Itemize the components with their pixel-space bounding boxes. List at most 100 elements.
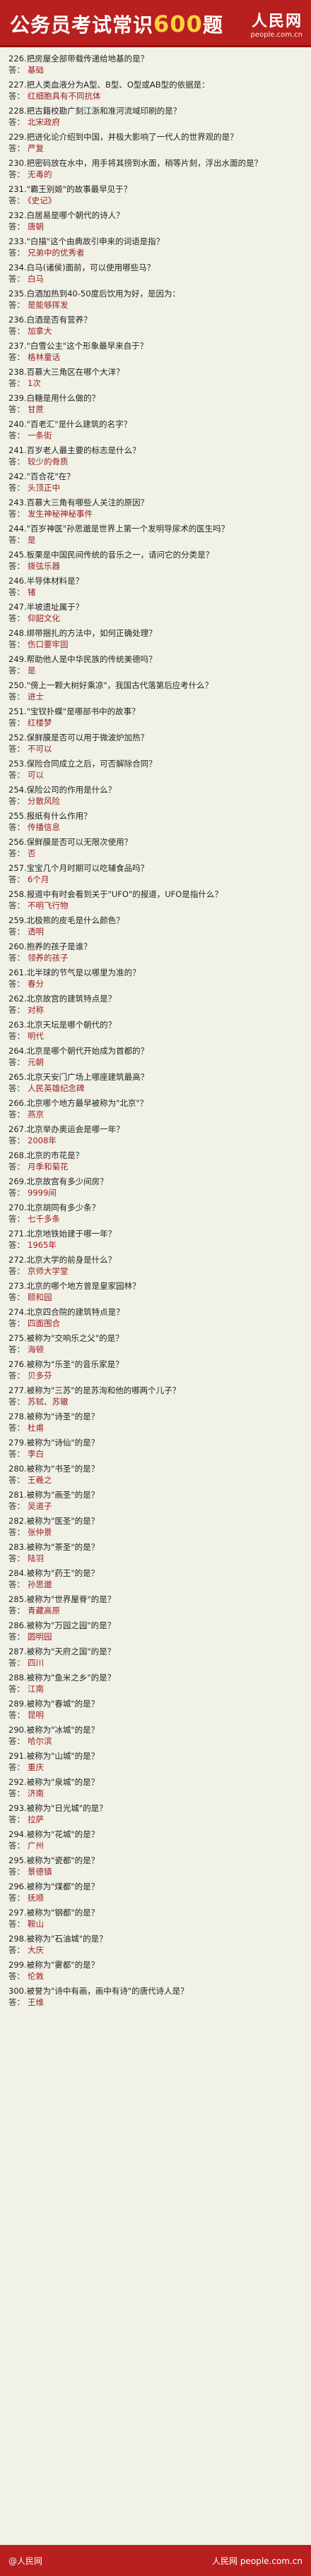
answer-label: 答： xyxy=(8,744,25,754)
answer-text: 1次 xyxy=(28,378,41,388)
answer-text: 锗 xyxy=(28,587,36,597)
answer-label: 答： xyxy=(8,1658,25,1668)
answer-label: 答： xyxy=(8,404,25,414)
question-text: 266.北京哪个地方最早被称为"北京"？ xyxy=(8,1098,148,1108)
answer-label: 答： xyxy=(8,1240,25,1250)
answer-label: 答： xyxy=(8,352,25,362)
page-title: 公务员考试常识600题 xyxy=(10,10,223,38)
answer-line: 答： 大庆 xyxy=(8,1944,303,1956)
answer-label: 答： xyxy=(8,953,25,963)
answer-label: 答： xyxy=(8,509,25,519)
answer-line: 答： 人民英雄纪念碑 xyxy=(8,1083,303,1094)
answer-line: 答： 是能够挥发 xyxy=(8,299,303,311)
answer-label: 答： xyxy=(8,718,25,728)
brand-logo: 人民网 people.com.cn xyxy=(251,8,303,39)
qa-item: 237."白雪公主"这个形象最早来自于？ 答： 格林童话 xyxy=(8,340,303,363)
answer-label: 答： xyxy=(8,874,25,884)
qa-item: 241.百岁老人最主要的标志是什么？ 答： 较少的骨质 xyxy=(8,445,303,467)
answer-label: 答： xyxy=(8,639,25,649)
question-text: 259.北极熊的皮毛是什么颜色？ xyxy=(8,915,124,925)
qa-item: 286.被称为"万园之园"的是？ 答： 圆明园 xyxy=(8,1620,303,1642)
answer-label: 答： xyxy=(8,1371,25,1380)
answer-label: 答： xyxy=(8,1841,25,1850)
qa-item: 299.被称为"雾都"的是？ 答： 伦敦 xyxy=(8,1959,303,1982)
answer-label: 答： xyxy=(8,901,25,910)
answer-text: 颐和园 xyxy=(28,1292,52,1302)
answer-text: 圆明园 xyxy=(28,1632,52,1642)
answer-text: 哈尔滨 xyxy=(28,1736,52,1746)
question-text: 271.北京地铁始建于哪一年？ xyxy=(8,1229,117,1239)
answer-text: 发生神秘神秘事件 xyxy=(28,509,93,519)
question-text: 237."白雪公主"这个形象最早来自于？ xyxy=(8,341,148,351)
question-text: 252.保鲜膜是否可以用于微波炉加热？ xyxy=(8,733,149,742)
answer-text: 头顶正中 xyxy=(28,483,60,493)
answer-line: 答： 王羲之 xyxy=(8,1474,303,1486)
answer-text: 江南 xyxy=(28,1684,44,1694)
answer-text: 李白 xyxy=(28,1449,44,1459)
question-text: 242."百合花"在？ xyxy=(8,471,75,481)
question-text: 261.北半球的节气是以哪里为准的？ xyxy=(8,968,141,977)
question-text: 253.保险合同成立之后，可否解除合同？ xyxy=(8,759,157,769)
answer-line: 答： 严复 xyxy=(8,143,303,154)
question-text: 249.帮助他人是中华民族的传统美德吗？ xyxy=(8,654,157,664)
question-text: 243.百慕大三角有哪些人关注的原因？ xyxy=(8,498,149,507)
answer-line: 答： 仰韶文化 xyxy=(8,613,303,624)
question-text: 234.白马(诸侯)面前，可以使用哪些马？ xyxy=(8,263,156,272)
answer-text: 一条街 xyxy=(28,431,52,440)
answer-text: 燕京 xyxy=(28,1109,44,1119)
answer-text: 唐朝 xyxy=(28,222,44,231)
qa-item: 298.被称为"石油城"的是？ 答： 大庆 xyxy=(8,1933,303,1956)
question-text: 229.把进化论介绍到中国，并极大影响了一代人的世界观的是？ xyxy=(8,132,238,142)
question-text: 239.白糖是用什么做的？ xyxy=(8,393,100,403)
answer-line: 答： 1次 xyxy=(8,378,303,389)
qa-item: 226.把房屋全部带载传递给地基的是？ 答： 基础 xyxy=(8,53,303,76)
qa-item: 259.北极熊的皮毛是什么颜色？ 答： 透明 xyxy=(8,915,303,937)
answer-text: 抚顺 xyxy=(28,1893,44,1903)
answer-line: 答： 杜甫 xyxy=(8,1422,303,1433)
answer-label: 答： xyxy=(8,300,25,310)
answer-text: 基础 xyxy=(28,65,44,75)
answer-text: 严复 xyxy=(28,143,44,153)
question-text: 294.被称为"花城"的是？ xyxy=(8,1829,100,1839)
answer-text: 景德镇 xyxy=(28,1867,52,1877)
question-text: 230.把密码放在水中，用手将其捞到水面，稍等片刻，浮出水面的是？ xyxy=(8,158,263,168)
answer-label: 答： xyxy=(8,1501,25,1511)
answer-text: 京师大学堂 xyxy=(28,1266,69,1276)
answer-line: 答： 兄弟中的优秀者 xyxy=(8,247,303,258)
answer-line: 答： 《史记》 xyxy=(8,195,303,206)
answer-line: 答： 较少的骨质 xyxy=(8,456,303,467)
qa-item: 233."白描"这个由典故引申来的词语是指？ 答： 兄弟中的优秀者 xyxy=(8,236,303,258)
answer-label: 答： xyxy=(8,1553,25,1563)
answer-text: 不可以 xyxy=(28,744,52,754)
answer-line: 答： 燕京 xyxy=(8,1109,303,1120)
answer-text: 仰韶文化 xyxy=(28,613,60,623)
answer-label: 答： xyxy=(8,979,25,989)
answer-line: 答： 加拿大 xyxy=(8,325,303,337)
page-header: 公务员考试常识600题 人民网 people.com.cn xyxy=(0,0,311,47)
answer-line: 答： 2008年 xyxy=(8,1135,303,1146)
answer-line: 答： 四川 xyxy=(8,1657,303,1668)
answer-line: 答： 四面围合 xyxy=(8,1318,303,1329)
answer-label: 答： xyxy=(8,796,25,806)
question-text: 280.被称为"书圣"的是？ xyxy=(8,1464,100,1474)
title-suffix: 题 xyxy=(202,13,223,37)
answer-line: 答： 透明 xyxy=(8,926,303,937)
answer-label: 答： xyxy=(8,169,25,179)
question-text: 233."白描"这个由典故引申来的词语是指？ xyxy=(8,236,165,246)
answer-text: 孙思邈 xyxy=(28,1579,52,1589)
question-text: 254.保险公司的作用是什么？ xyxy=(8,785,117,795)
answer-line: 答： 9999间 xyxy=(8,1187,303,1198)
answer-label: 答： xyxy=(8,1475,25,1485)
answer-text: 是 xyxy=(28,535,36,545)
answer-label: 答： xyxy=(8,1449,25,1459)
answer-label: 答： xyxy=(8,457,25,467)
answer-text: 拉萨 xyxy=(28,1814,44,1824)
answer-text: 无毒的 xyxy=(28,169,52,179)
question-text: 251."宝钗扑蝶"是哪部书中的故事？ xyxy=(8,706,140,716)
question-text: 246.半导体材料是？ xyxy=(8,576,84,586)
question-text: 267.北京举办奥运会是哪一年？ xyxy=(8,1124,124,1134)
question-text: 268.北京的市花是？ xyxy=(8,1150,84,1160)
question-text: 276.被称为"乐圣"的音乐家是？ xyxy=(8,1359,124,1369)
question-text: 263.北京天坛是哪个朝代的？ xyxy=(8,1020,117,1030)
question-text: 235.白酒加热到40-50度后饮用为好，是因为： xyxy=(8,289,181,299)
